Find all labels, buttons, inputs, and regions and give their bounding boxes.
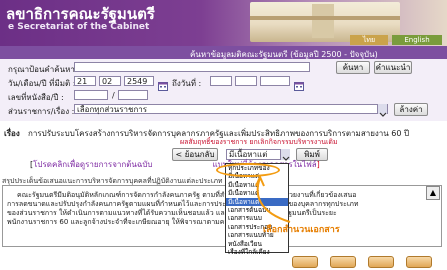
clear-button[interactable]: ล้างค่า <box>394 103 428 116</box>
topic-red-note: ผลสัมฤทธิ์ของราชการ ยกเลิกกิจกรรมบริหารง… <box>180 138 338 146</box>
date-label: วัน/เดือน/ปี ที่มีมติ : <box>8 79 76 88</box>
to-month-field[interactable] <box>235 76 257 86</box>
toolbar-button[interactable] <box>368 256 394 268</box>
keyword-label: กรุณาป้อนคำค้นหา : <box>8 65 81 74</box>
topic-label: เรื่อง <box>4 129 20 138</box>
callout-text: เลือกสำนวนเอกสาร <box>263 225 340 235</box>
ministry-select[interactable]: เลือกทุกส่วนราชการ <box>74 104 388 114</box>
to-day-field[interactable] <box>210 76 232 86</box>
site-subtitle: e Secretariat of the Cabinet <box>8 22 150 32</box>
month-field[interactable]: 02 <box>99 76 121 86</box>
year-field[interactable]: 2549 <box>124 76 154 86</box>
toolbar-button[interactable] <box>292 256 318 268</box>
toolbar-button[interactable] <box>406 256 432 268</box>
callout-arrow-icon <box>255 176 291 223</box>
toolbar-button[interactable] <box>330 256 356 268</box>
lang-thai-button[interactable]: ไทย <box>350 35 388 45</box>
book-year-field[interactable] <box>118 90 148 100</box>
dropdown-option[interactable]: หนังสือเวียน <box>226 240 288 248</box>
to-date-label: ถึงวันที่ : <box>172 79 202 88</box>
original-document-link[interactable]: โปรดคลิกเพื่อดูรายการจากต้นฉบับ <box>33 160 152 169</box>
help-button[interactable]: คำแนะนำ <box>374 61 412 74</box>
scroll-up-arrow-icon[interactable]: ▲ <box>426 186 440 200</box>
ministry-label: ส่วนราชการ/เรื่อง : <box>8 107 75 116</box>
chevron-down-icon[interactable] <box>377 104 387 117</box>
keyword-input[interactable] <box>74 62 310 72</box>
lang-english-button[interactable]: English <box>392 35 442 45</box>
day-field[interactable]: 21 <box>74 76 96 86</box>
book-number-label: เลขที่หนังสือ/ปี : <box>8 93 64 102</box>
document-content-box[interactable]: คณะรัฐมนตรีมีมติอนุมัติหลักเกณฑ์การจัดกา… <box>2 185 442 247</box>
highlight-circle <box>216 163 280 177</box>
link-bracket-right: ] <box>316 160 320 169</box>
to-year-field[interactable] <box>260 76 290 86</box>
search-button[interactable]: ค้นหา <box>336 61 370 74</box>
ministry-select-value: เลือกทุกส่วนราชการ <box>77 105 148 114</box>
book-slash: / <box>112 91 115 100</box>
calendar-icon[interactable] <box>158 76 168 91</box>
calendar-icon[interactable] <box>294 76 304 91</box>
book-number-field[interactable] <box>74 90 108 100</box>
